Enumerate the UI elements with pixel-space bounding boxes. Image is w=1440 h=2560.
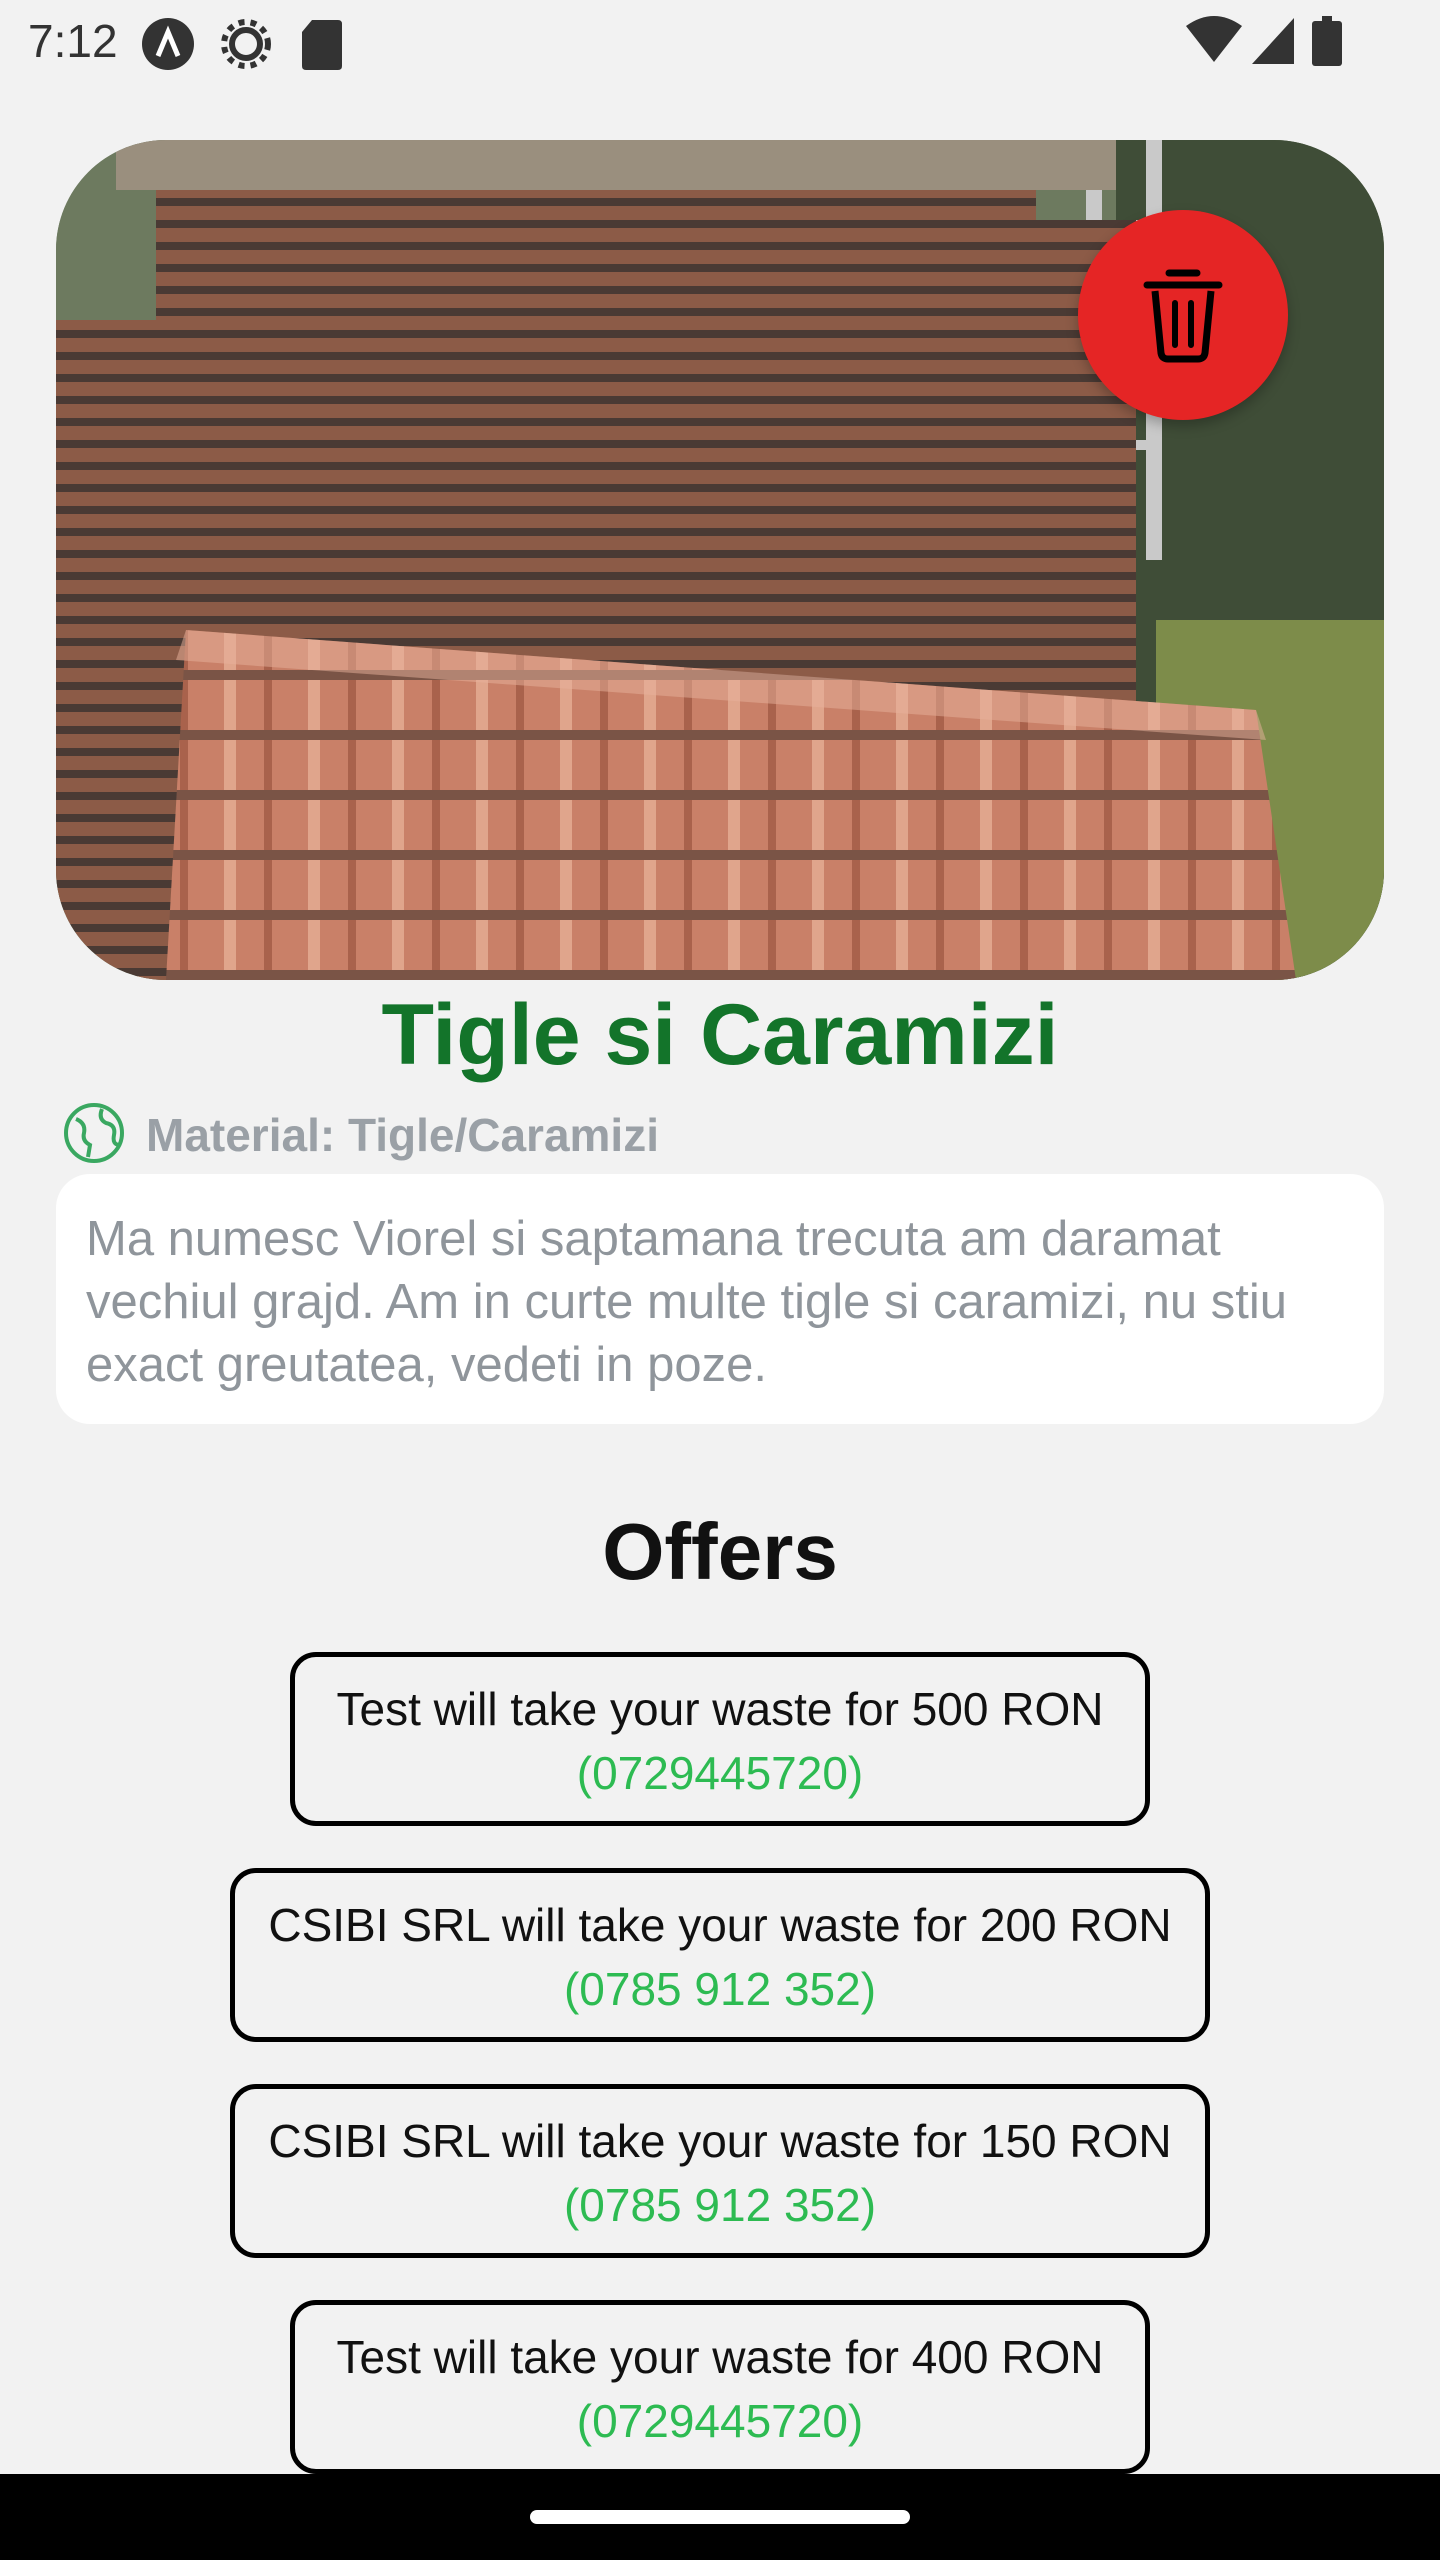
offer-phone[interactable]: (0785 912 352) — [235, 1957, 1205, 2021]
offer-card[interactable]: CSIBI SRL will take your waste for 150 R… — [230, 2084, 1210, 2258]
battery-icon — [1312, 16, 1342, 71]
offer-phone[interactable]: (0729445720) — [295, 1741, 1145, 1805]
offer-phone[interactable]: (0729445720) — [295, 2389, 1145, 2453]
wifi-icon — [1186, 16, 1242, 71]
listing-title: Tigle si Caramizi — [381, 987, 1059, 1083]
material-label: Material: Tigle/Caramizi — [146, 1109, 659, 1161]
offer-text: CSIBI SRL will take your waste for 200 R… — [268, 1899, 1172, 1951]
offer-phone[interactable]: (0785 912 352) — [235, 2173, 1205, 2237]
offer-card[interactable]: CSIBI SRL will take your waste for 200 R… — [230, 1868, 1210, 2042]
offer-text: Test will take your waste for 400 RON — [336, 2331, 1104, 2383]
listing-description: Ma numesc Viorel si saptamana trecuta am… — [56, 1174, 1384, 1424]
globe-icon — [62, 1101, 126, 1170]
sd-card-icon — [300, 16, 344, 77]
status-bar: 7:12 — [0, 0, 1440, 84]
signal-icon — [1250, 16, 1296, 71]
offer-card[interactable]: Test will take your waste for 400 RON (0… — [290, 2300, 1150, 2474]
app-notification-icon — [140, 16, 196, 77]
offer-text: CSIBI SRL will take your waste for 150 R… — [268, 2115, 1172, 2167]
navigation-bar — [0, 2474, 1440, 2560]
settings-icon — [218, 16, 274, 77]
trash-icon — [1141, 263, 1225, 368]
offer-text: Test will take your waste for 500 RON — [336, 1683, 1104, 1735]
material-row: Material: Tigle/Caramizi — [62, 1100, 659, 1170]
status-time: 7:12 — [28, 15, 118, 67]
offer-card[interactable]: Test will take your waste for 500 RON (0… — [290, 1652, 1150, 1826]
delete-button[interactable] — [1078, 210, 1288, 420]
home-gesture-handle[interactable] — [530, 2510, 910, 2524]
offers-heading: Offers — [602, 1507, 838, 1596]
